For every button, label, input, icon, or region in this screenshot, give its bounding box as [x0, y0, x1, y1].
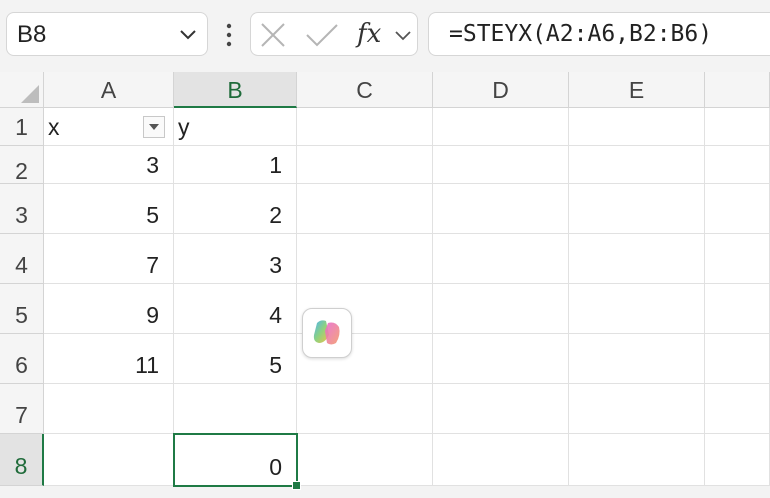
cell-a8[interactable]: [44, 434, 174, 486]
cell-a5[interactable]: 9: [44, 284, 174, 334]
cell-value: 3: [146, 152, 159, 178]
cell-e6[interactable]: [569, 334, 705, 384]
cell-f6[interactable]: [705, 334, 770, 384]
cell-a1[interactable]: x: [44, 108, 174, 146]
cell-b2[interactable]: 1: [174, 146, 297, 184]
cell-value: 2: [269, 202, 282, 228]
cell-c1[interactable]: [297, 108, 433, 146]
cell-e2[interactable]: [569, 146, 705, 184]
cell-value: 5: [269, 352, 282, 378]
select-all-triangle-icon: [21, 85, 39, 103]
chevron-down-icon[interactable]: [393, 25, 413, 45]
cell-value: 4: [269, 302, 282, 328]
cell-b7[interactable]: [174, 384, 297, 434]
cell-value: 1: [269, 152, 282, 178]
cell-b4[interactable]: 3: [174, 234, 297, 284]
cell-d7[interactable]: [433, 384, 569, 434]
select-all-button[interactable]: [0, 72, 44, 108]
cell-c3[interactable]: [297, 184, 433, 234]
cell-value: 3: [269, 252, 282, 278]
cell-f2[interactable]: [705, 146, 770, 184]
cell-b5[interactable]: 4: [174, 284, 297, 334]
row-header-5[interactable]: 5: [0, 284, 44, 334]
column-header-b[interactable]: B: [174, 72, 297, 108]
row-header-7[interactable]: 7: [0, 384, 44, 434]
cell-f5[interactable]: [705, 284, 770, 334]
cell-e5[interactable]: [569, 284, 705, 334]
cell-f4[interactable]: [705, 234, 770, 284]
cell-f3[interactable]: [705, 184, 770, 234]
cell-b1[interactable]: y: [174, 108, 297, 146]
cell-a4[interactable]: 7: [44, 234, 174, 284]
cell-a3[interactable]: 5: [44, 184, 174, 234]
row-header-8[interactable]: 8: [0, 434, 44, 486]
cell-value: x: [48, 114, 60, 140]
column-header-d[interactable]: D: [433, 72, 569, 108]
more-options-icon[interactable]: [222, 22, 236, 48]
formula-toolbar: B8 fx =STEYX(A2:A6,B2:B6): [0, 0, 770, 72]
copilot-button[interactable]: [302, 308, 352, 358]
cell-value: 9: [146, 302, 159, 328]
cell-e1[interactable]: [569, 108, 705, 146]
column-header-a[interactable]: A: [44, 72, 174, 108]
cell-f7[interactable]: [705, 384, 770, 434]
cell-e8[interactable]: [569, 434, 705, 486]
cell-value: 7: [146, 252, 159, 278]
cell-value: 5: [146, 202, 159, 228]
cell-e4[interactable]: [569, 234, 705, 284]
name-box[interactable]: B8: [6, 12, 208, 56]
active-cell-border: [173, 433, 298, 487]
cell-c2[interactable]: [297, 146, 433, 184]
row-header-1[interactable]: 1: [0, 108, 44, 146]
cell-d3[interactable]: [433, 184, 569, 234]
spreadsheet-grid: A B C D E 1 x y 2 3 1 3 5 2 4 7 3 5 9 4 6 11 5 7 8 0: [0, 72, 770, 490]
formula-controls: fx: [250, 12, 418, 56]
enter-check-icon[interactable]: [305, 21, 339, 49]
cell-d8[interactable]: [433, 434, 569, 486]
cell-d4[interactable]: [433, 234, 569, 284]
row-header-2[interactable]: 2: [0, 146, 44, 184]
chevron-down-icon[interactable]: [177, 23, 199, 45]
filter-dropdown-icon[interactable]: [143, 116, 165, 138]
cell-value: 11: [135, 352, 159, 378]
formula-text[interactable]: =STEYX(A2:A6,B2:B6): [449, 21, 712, 47]
cell-f8[interactable]: [705, 434, 770, 486]
row-header-3[interactable]: 3: [0, 184, 44, 234]
cell-b3[interactable]: 2: [174, 184, 297, 234]
row-header-4[interactable]: 4: [0, 234, 44, 284]
column-header-f[interactable]: [705, 72, 770, 108]
name-box-value[interactable]: B8: [17, 21, 46, 49]
cell-a2[interactable]: 3: [44, 146, 174, 184]
cell-d5[interactable]: [433, 284, 569, 334]
cell-e7[interactable]: [569, 384, 705, 434]
copilot-icon: [313, 320, 340, 345]
cell-d1[interactable]: [433, 108, 569, 146]
cell-d6[interactable]: [433, 334, 569, 384]
cell-a7[interactable]: [44, 384, 174, 434]
cell-f1[interactable]: [705, 108, 770, 146]
insert-function-button[interactable]: fx: [357, 19, 385, 49]
cell-value: y: [178, 114, 190, 140]
cell-e3[interactable]: [569, 184, 705, 234]
formula-input[interactable]: =STEYX(A2:A6,B2:B6): [428, 12, 770, 56]
cell-d2[interactable]: [433, 146, 569, 184]
row-header-6[interactable]: 6: [0, 334, 44, 384]
column-header-c[interactable]: C: [297, 72, 433, 108]
cell-a6[interactable]: 11: [44, 334, 174, 384]
cell-c8[interactable]: [297, 434, 433, 486]
column-header-e[interactable]: E: [569, 72, 705, 108]
cell-c7[interactable]: [297, 384, 433, 434]
cell-b6[interactable]: 5: [174, 334, 297, 384]
cancel-icon[interactable]: [259, 21, 287, 49]
cell-c4[interactable]: [297, 234, 433, 284]
